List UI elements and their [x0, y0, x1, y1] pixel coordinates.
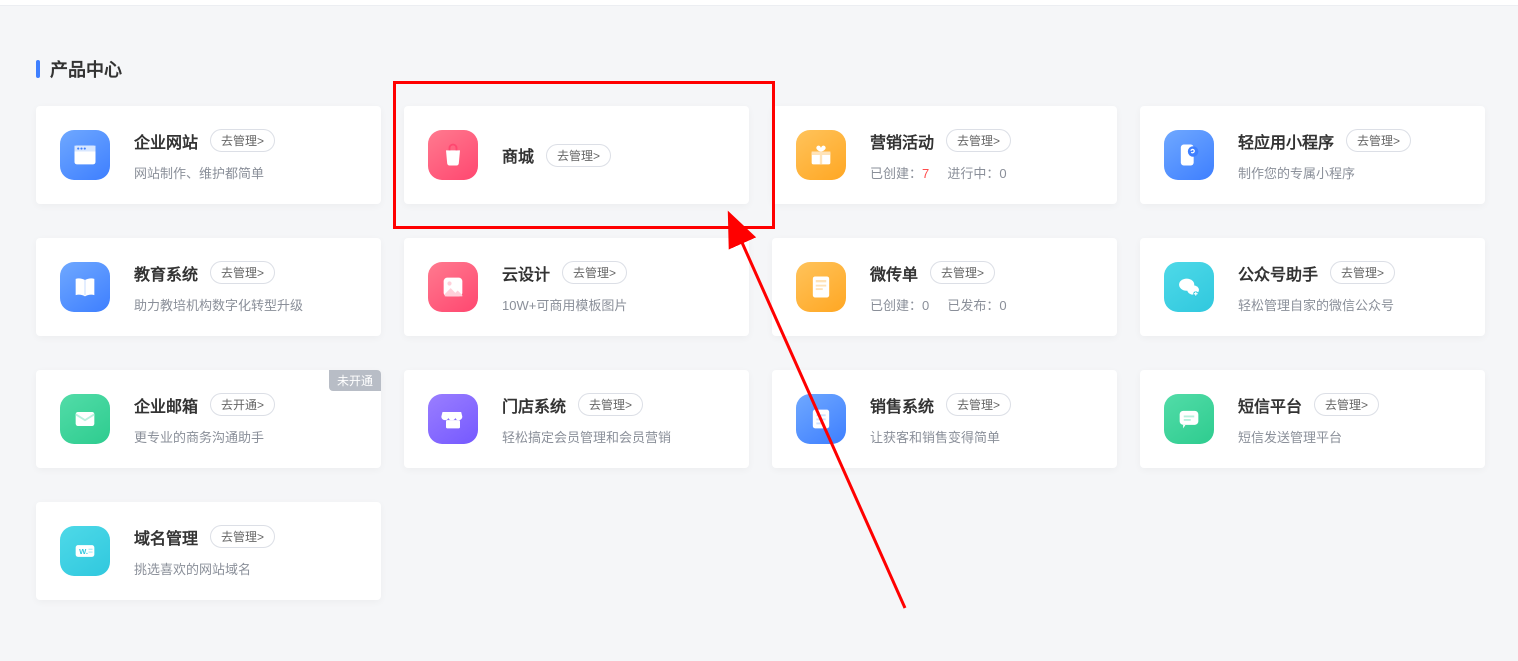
section-header: 产品中心 — [0, 6, 1518, 106]
stat-published-label: 已发布： — [947, 298, 999, 313]
card-store[interactable]: 门店系统 去管理> 轻松搞定会员管理和会员营销 — [404, 370, 749, 468]
card-subtitle: 制作您的专属小程序 — [1238, 163, 1461, 182]
gift-icon — [796, 130, 846, 180]
manage-button[interactable]: 去管理> — [546, 144, 611, 167]
card-marketing[interactable]: 营销活动 去管理> 已创建：7 进行中：0 — [772, 106, 1117, 204]
wechat-icon — [1164, 262, 1214, 312]
book-icon — [60, 262, 110, 312]
card-subtitle: 让获客和销售变得简单 — [870, 427, 1093, 446]
image-icon — [428, 262, 478, 312]
svg-text:W.: W. — [79, 547, 88, 556]
product-grid: 企业网站 去管理> 网站制作、维护都简单 商城 去管理> 营销活动 去管理> — [0, 106, 1518, 600]
domain-icon: W. — [60, 526, 110, 576]
section-accent-bar — [36, 60, 40, 78]
card-sms[interactable]: 短信平台 去管理> 短信发送管理平台 — [1140, 370, 1485, 468]
card-subtitle: 挑选喜欢的网站域名 — [134, 559, 357, 578]
card-title: 公众号助手 — [1238, 261, 1318, 285]
card-miniapp[interactable]: 轻应用小程序 去管理> 制作您的专属小程序 — [1140, 106, 1485, 204]
browser-window-icon — [60, 130, 110, 180]
card-title: 域名管理 — [134, 525, 198, 549]
card-title: 销售系统 — [870, 393, 934, 417]
manage-button[interactable]: 去管理> — [1314, 393, 1379, 416]
manage-button[interactable]: 去管理> — [578, 393, 643, 416]
card-subtitle: 短信发送管理平台 — [1238, 427, 1461, 446]
list-icon — [796, 394, 846, 444]
card-domain[interactable]: W. 域名管理 去管理> 挑选喜欢的网站域名 — [36, 502, 381, 600]
card-title: 短信平台 — [1238, 393, 1302, 417]
card-title: 企业网站 — [134, 129, 198, 153]
manage-button[interactable]: 去管理> — [210, 129, 275, 152]
stat-published-value: 0 — [999, 298, 1006, 313]
card-stats: 已创建：7 进行中：0 — [870, 163, 1093, 182]
card-flyer[interactable]: 微传单 去管理> 已创建：0 已发布：0 — [772, 238, 1117, 336]
manage-button[interactable]: 去管理> — [562, 261, 627, 284]
card-mail[interactable]: 未开通 企业邮箱 去开通> 更专业的商务沟通助手 — [36, 370, 381, 468]
manage-button[interactable]: 去管理> — [1330, 261, 1395, 284]
manage-button[interactable]: 去管理> — [210, 525, 275, 548]
miniprogram-icon — [1164, 130, 1214, 180]
card-subtitle: 轻松搞定会员管理和会员营销 — [502, 427, 725, 446]
shopping-bag-icon — [428, 130, 478, 180]
manage-button[interactable]: 去管理> — [946, 129, 1011, 152]
card-title: 商城 — [502, 143, 534, 167]
stat-created-value: 7 — [922, 166, 929, 181]
card-wechat[interactable]: 公众号助手 去管理> 轻松管理自家的微信公众号 — [1140, 238, 1485, 336]
card-title: 门店系统 — [502, 393, 566, 417]
card-stats: 已创建：0 已发布：0 — [870, 295, 1093, 314]
stat-running-value: 0 — [999, 166, 1006, 181]
section-title: 产品中心 — [50, 56, 122, 82]
stat-running-label: 进行中： — [947, 166, 999, 181]
card-subtitle: 轻松管理自家的微信公众号 — [1238, 295, 1461, 314]
not-activated-badge: 未开通 — [329, 370, 381, 391]
card-title: 微传单 — [870, 261, 918, 285]
stat-created-label: 已创建： — [870, 298, 922, 313]
card-subtitle: 更专业的商务沟通助手 — [134, 427, 357, 446]
flyer-icon — [796, 262, 846, 312]
manage-button[interactable]: 去管理> — [930, 261, 995, 284]
activate-button[interactable]: 去开通> — [210, 393, 275, 416]
stat-created-value: 0 — [922, 298, 929, 313]
manage-button[interactable]: 去管理> — [1346, 129, 1411, 152]
card-sales[interactable]: 销售系统 去管理> 让获客和销售变得简单 — [772, 370, 1117, 468]
manage-button[interactable]: 去管理> — [210, 261, 275, 284]
store-icon — [428, 394, 478, 444]
stat-created-label: 已创建： — [870, 166, 922, 181]
card-title: 云设计 — [502, 261, 550, 285]
card-title: 教育系统 — [134, 261, 198, 285]
card-title: 轻应用小程序 — [1238, 129, 1334, 153]
card-subtitle: 助力教培机构数字化转型升级 — [134, 295, 357, 314]
manage-button[interactable]: 去管理> — [946, 393, 1011, 416]
card-subtitle: 网站制作、维护都简单 — [134, 163, 357, 182]
card-website[interactable]: 企业网站 去管理> 网站制作、维护都简单 — [36, 106, 381, 204]
card-title: 营销活动 — [870, 129, 934, 153]
chat-icon — [1164, 394, 1214, 444]
card-mall[interactable]: 商城 去管理> — [404, 106, 749, 204]
card-education[interactable]: 教育系统 去管理> 助力教培机构数字化转型升级 — [36, 238, 381, 336]
card-title: 企业邮箱 — [134, 393, 198, 417]
card-subtitle: 10W+可商用模板图片 — [502, 295, 725, 314]
mail-icon — [60, 394, 110, 444]
card-design[interactable]: 云设计 去管理> 10W+可商用模板图片 — [404, 238, 749, 336]
